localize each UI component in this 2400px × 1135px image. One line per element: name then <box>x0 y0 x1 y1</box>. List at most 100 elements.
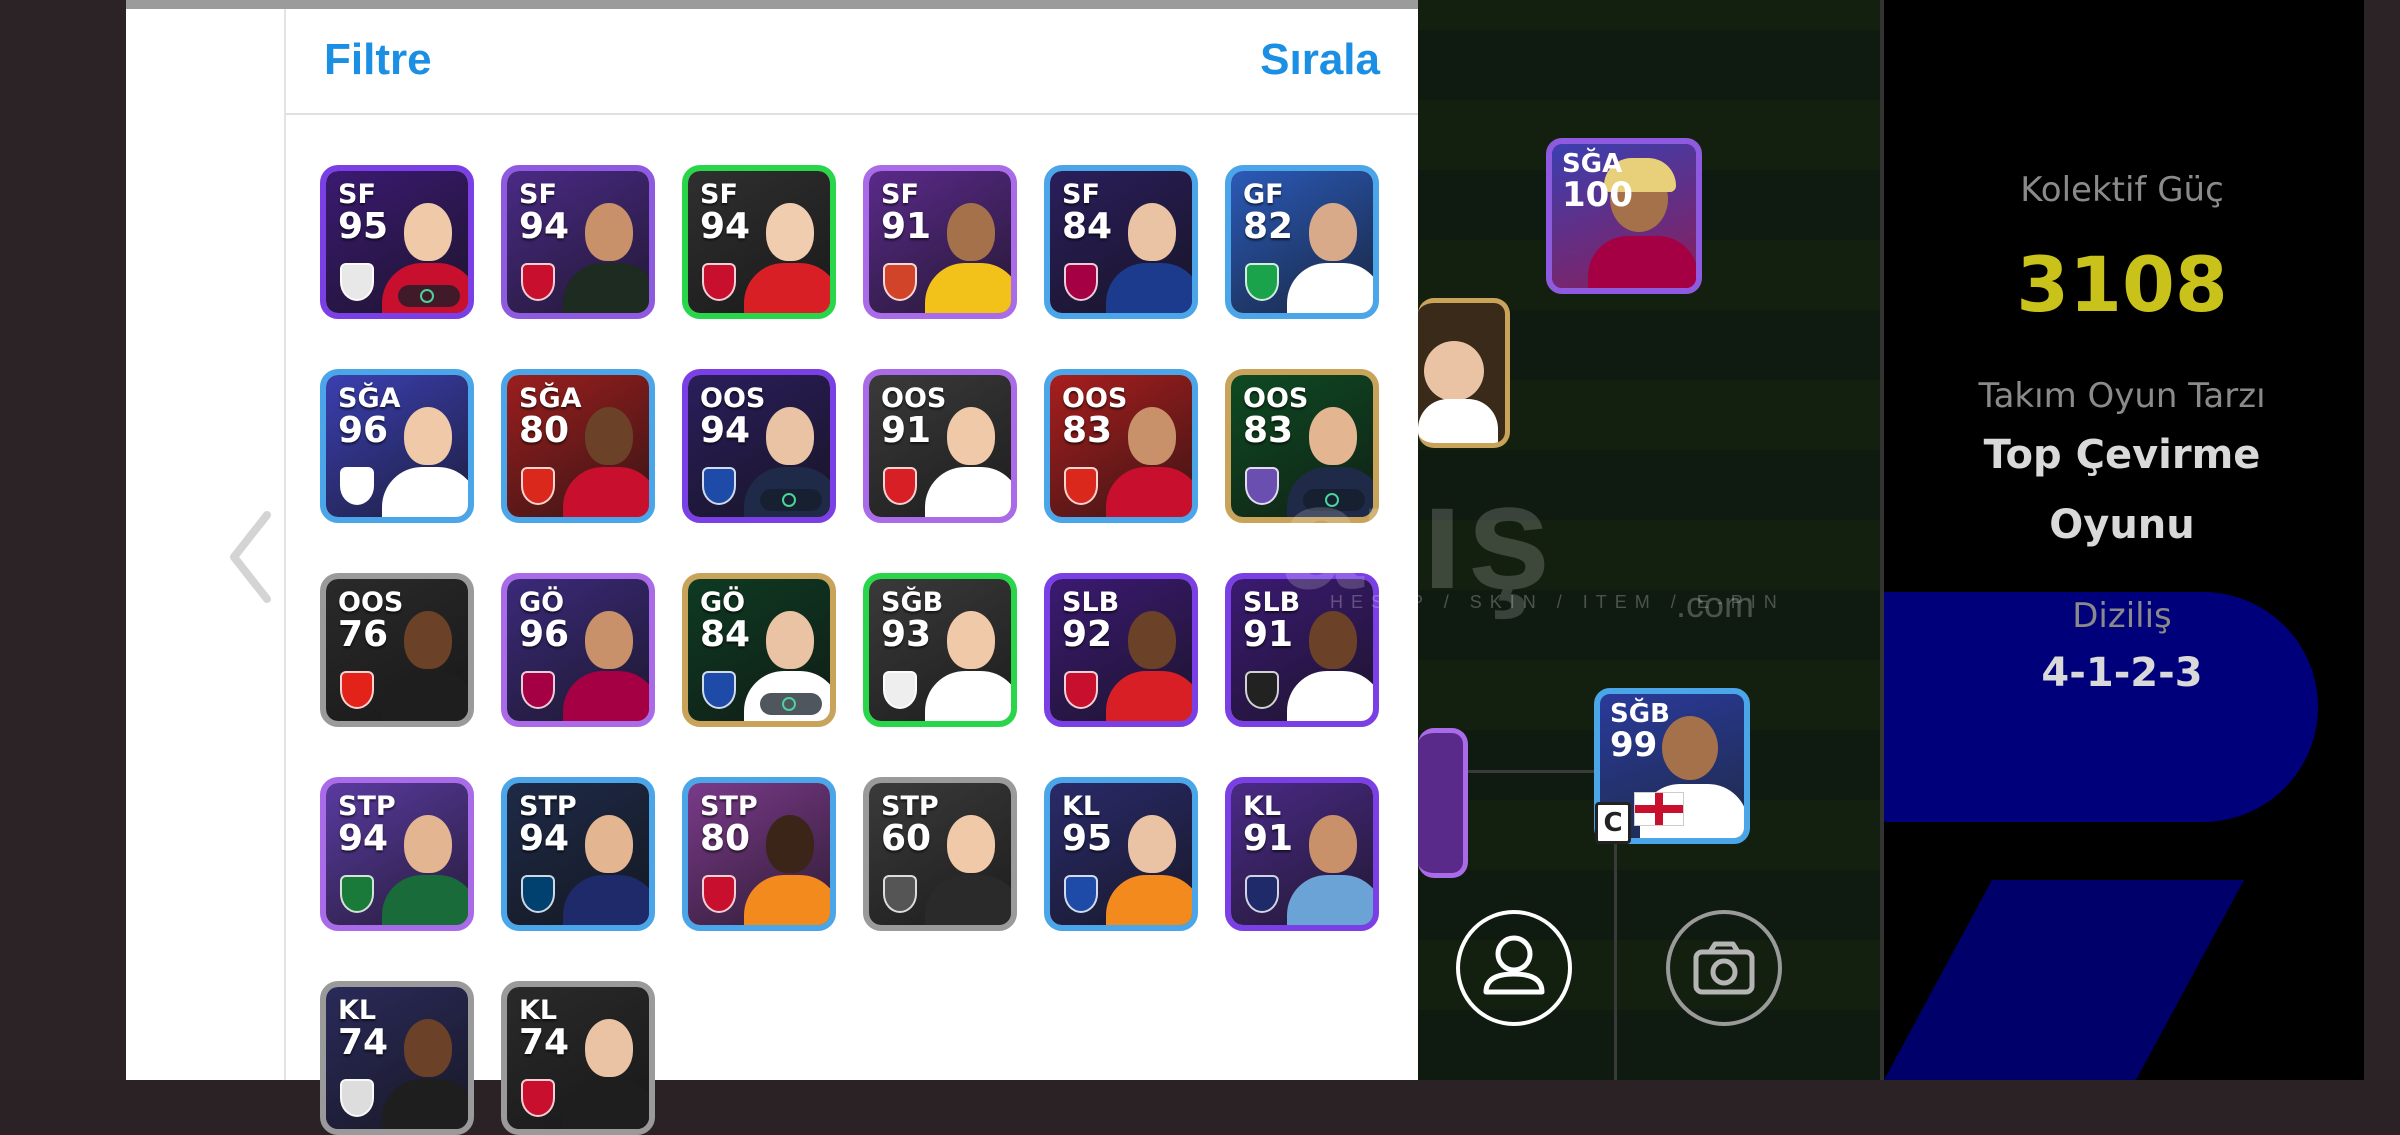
player-card[interactable]: STP 94 <box>501 777 655 931</box>
player-card[interactable]: KL 74 <box>501 981 655 1135</box>
camera-icon <box>1693 941 1755 995</box>
card-position: SF <box>700 179 738 210</box>
player-card[interactable]: SĞB 93 <box>863 573 1017 727</box>
player-portrait <box>563 397 649 517</box>
club-crest-icon <box>340 467 374 505</box>
card-position: OOS <box>881 383 947 414</box>
pitch-player-card[interactable]: SĞA 100 <box>1546 138 1702 294</box>
player-card[interactable]: KL 91 <box>1225 777 1379 931</box>
player-card-grid: SF 95 SF 94 SF 94 SF 91 SF 84 GF 82 SĞA 96 SĞA 80 OOS 94 O… <box>320 165 1390 1135</box>
player-portrait <box>925 193 1011 313</box>
player-card[interactable]: SLB 92 <box>1044 573 1198 727</box>
player-card[interactable]: OOS 76 <box>320 573 474 727</box>
player-card[interactable]: SĞA 96 <box>320 369 474 523</box>
player-card[interactable]: OOS 83 <box>1044 369 1198 523</box>
club-crest-icon <box>1064 467 1098 505</box>
playstyle-value-line1: Top Çevirme <box>1983 432 2261 478</box>
player-portrait <box>925 397 1011 517</box>
right-edge <box>2364 0 2400 1080</box>
player-card[interactable]: KL 74 <box>320 981 474 1135</box>
card-rating: 91 <box>881 206 932 247</box>
player-portrait <box>382 805 468 925</box>
player-card[interactable]: STP 94 <box>320 777 474 931</box>
profile-button[interactable] <box>1456 910 1572 1026</box>
pitch-card-position: SĞA <box>1562 149 1623 179</box>
card-position: STP <box>700 791 758 822</box>
player-card[interactable]: STP 60 <box>863 777 1017 931</box>
club-crest-icon <box>340 1079 374 1117</box>
card-rating: 94 <box>700 410 751 451</box>
card-position: KL <box>1243 791 1282 822</box>
card-rating: 95 <box>1062 818 1113 859</box>
card-position: SF <box>1062 179 1100 210</box>
card-rating: 60 <box>881 818 932 859</box>
card-rating: 94 <box>519 206 570 247</box>
pitch-card-rating: 99 <box>1610 725 1658 765</box>
club-crest-icon <box>521 263 555 301</box>
player-card[interactable]: SĞA 80 <box>501 369 655 523</box>
collective-strength-value: 3108 <box>2016 240 2228 329</box>
formation-value[interactable]: 4-1-2-3 <box>1880 650 2364 696</box>
card-rating: 84 <box>700 614 751 655</box>
player-card[interactable]: OOS 91 <box>863 369 1017 523</box>
player-card[interactable]: STP 80 <box>682 777 836 931</box>
card-rating: 80 <box>700 818 751 859</box>
player-card[interactable]: OOS 94 <box>682 369 836 523</box>
player-card[interactable]: SF 95 <box>320 165 474 319</box>
player-portrait <box>925 601 1011 721</box>
card-position: OOS <box>338 587 404 618</box>
player-card[interactable]: GF 82 <box>1225 165 1379 319</box>
club-crest-icon <box>521 467 555 505</box>
player-card[interactable]: SF 94 <box>682 165 836 319</box>
sort-button[interactable]: Sırala <box>1260 35 1380 85</box>
club-crest-icon <box>1245 875 1279 913</box>
card-rating: 83 <box>1243 410 1294 451</box>
player-card[interactable]: GÖ 96 <box>501 573 655 727</box>
player-portrait <box>563 805 649 925</box>
captain-badge: C <box>1595 802 1631 844</box>
pitch-player-card-partial[interactable] <box>1418 298 1510 448</box>
club-crest-icon <box>883 467 917 505</box>
pitch-card-position: SĞB <box>1610 699 1670 729</box>
player-portrait <box>563 601 649 721</box>
player-card[interactable]: SF 94 <box>501 165 655 319</box>
club-crest-icon <box>340 263 374 301</box>
chevron-left-icon[interactable] <box>222 507 282 607</box>
player-card[interactable]: SF 84 <box>1044 165 1198 319</box>
club-crest-icon <box>521 1079 555 1117</box>
card-rating: 92 <box>1062 614 1113 655</box>
player-portrait <box>744 193 830 313</box>
playstyle-label: Takım Oyun Tarzı <box>1978 376 2266 416</box>
club-crest-icon <box>883 263 917 301</box>
sheet-top-bar <box>126 0 1418 9</box>
playstyle-value-line2: Oyunu <box>2049 502 2195 548</box>
player-card[interactable]: KL 95 <box>1044 777 1198 931</box>
club-crest-icon <box>702 263 736 301</box>
filter-button[interactable]: Filtre <box>324 35 432 85</box>
card-position: SĞA <box>338 383 401 414</box>
card-position: SĞB <box>881 587 944 618</box>
card-position: KL <box>338 995 377 1026</box>
sheet-left-gutter <box>126 9 286 1080</box>
pitch-card-rating: 100 <box>1562 175 1633 215</box>
player-portrait <box>382 1009 468 1129</box>
card-rating: 94 <box>338 818 389 859</box>
player-card[interactable]: SF 91 <box>863 165 1017 319</box>
pitch-player-card-partial[interactable] <box>1418 728 1468 878</box>
card-rating: 91 <box>1243 818 1294 859</box>
player-card[interactable]: GÖ 84 <box>682 573 836 727</box>
player-portrait <box>1287 193 1373 313</box>
booster-badge-icon <box>760 489 822 511</box>
card-rating: 84 <box>1062 206 1113 247</box>
card-position: KL <box>519 995 558 1026</box>
player-portrait <box>1106 193 1192 313</box>
card-position: OOS <box>1062 383 1128 414</box>
card-rating: 93 <box>881 614 932 655</box>
club-crest-icon <box>1064 671 1098 709</box>
camera-button[interactable] <box>1666 910 1782 1026</box>
card-position: SF <box>338 179 376 210</box>
card-rating: 94 <box>700 206 751 247</box>
watermark-domain: .com <box>1676 584 1755 625</box>
card-rating: 82 <box>1243 206 1294 247</box>
player-portrait <box>744 805 830 925</box>
